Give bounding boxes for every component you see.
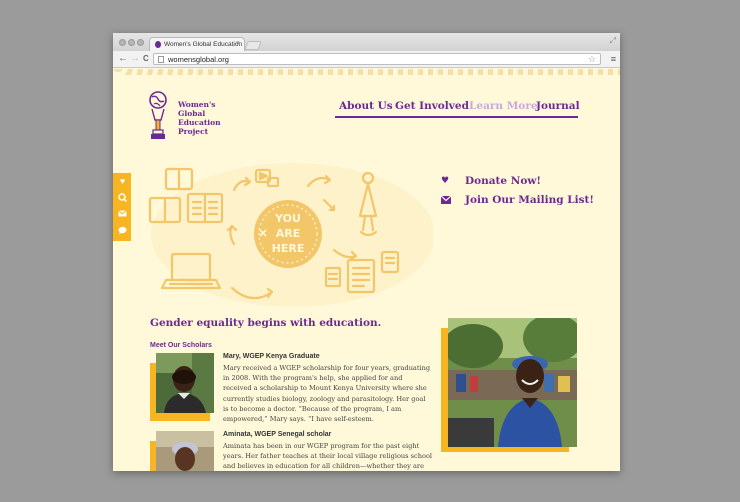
scholar-bio: Mary received a WGEP scholarship for fou… — [223, 364, 431, 424]
smiling-student-photo — [448, 318, 577, 447]
address-bar[interactable]: womensglobal.org ☆ — [153, 53, 601, 65]
browser-window: Women's Global Education × ⤢ ← → C women… — [113, 33, 620, 471]
stamp-line-1: YOU — [274, 212, 301, 225]
nav-learn-more[interactable]: Learn More — [469, 100, 538, 112]
side-quick-tab: ♥ — [113, 173, 131, 241]
nav-get-involved[interactable]: Get Involved — [395, 100, 469, 112]
address-url: womensglobal.org — [168, 55, 229, 64]
favicon-icon — [155, 41, 161, 48]
page-tagline: Gender equality begins with education. — [150, 317, 382, 329]
logo-text: Women's Global Education Project — [178, 100, 238, 136]
bookmark-star-icon[interactable]: ☆ — [588, 54, 596, 65]
scholar-entry-aminata: Aminata, WGEP Senegal scholar Aminata ha… — [223, 431, 433, 471]
logo-line-4: Project — [178, 127, 209, 136]
minimize-window-button[interactable] — [128, 39, 135, 46]
tab-close-icon[interactable]: × — [236, 40, 240, 47]
hero-illustration: YOU ARE HERE — [148, 160, 435, 310]
scholar-name[interactable]: Aminata, WGEP Senegal scholar — [223, 431, 433, 438]
logo-line-2: Global — [178, 109, 206, 118]
scholar-photo-mary — [150, 353, 214, 421]
tab-title: Women's Global Education — [164, 41, 243, 48]
wavy-border — [113, 69, 620, 75]
trophy-globe-icon — [149, 91, 167, 139]
scholar-entry-mary: Mary, WGEP Kenya Graduate Mary received … — [223, 353, 433, 424]
logo-line-1: Women's — [178, 100, 216, 109]
close-window-button[interactable] — [119, 39, 126, 46]
nav-about-us[interactable]: About Us — [339, 100, 393, 112]
new-tab-button[interactable] — [244, 41, 262, 50]
fullscreen-icon[interactable]: ⤢ — [610, 36, 616, 46]
scholar-bio: Aminata has been in our WGEP program for… — [223, 442, 433, 471]
back-button[interactable]: ← — [118, 53, 128, 64]
mary-portrait — [156, 353, 214, 413]
logo-line-3: Education — [178, 118, 221, 127]
scholar-name[interactable]: Mary, WGEP Kenya Graduate — [223, 353, 433, 360]
heart-icon[interactable]: ♥ — [118, 177, 127, 186]
join-mailing-list-link[interactable]: Join Our Mailing List! — [440, 194, 594, 208]
aminata-portrait — [156, 431, 214, 471]
stamp-line-3: HERE — [272, 242, 305, 255]
mailing-envelope-icon — [440, 195, 452, 207]
main-nav: About Us Get Involved Learn More Journal — [335, 98, 580, 118]
search-icon[interactable] — [118, 193, 128, 203]
browser-menu-button[interactable]: ≡ — [611, 54, 616, 64]
reload-button[interactable]: C — [143, 54, 149, 63]
you-are-here-illustration: YOU ARE HERE — [148, 163, 435, 307]
meet-scholars-heading[interactable]: Meet Our Scholars — [150, 342, 212, 349]
stamp-line-2: ARE — [276, 227, 301, 240]
mail-icon[interactable] — [118, 210, 127, 219]
browser-tab[interactable]: Women's Global Education × — [149, 37, 245, 51]
featured-photo — [441, 318, 577, 454]
nav-journal[interactable]: Journal — [536, 100, 580, 112]
browser-toolbar: ← → C womensglobal.org ☆ ≡ — [113, 51, 620, 68]
donate-now-link[interactable]: ♥ Donate Now! — [441, 175, 591, 189]
forward-button[interactable]: → — [130, 53, 140, 64]
title-bar: Women's Global Education × ⤢ — [113, 33, 620, 51]
zoom-window-button[interactable] — [137, 39, 144, 46]
donate-now-label: Donate Now! — [465, 175, 541, 187]
chat-icon[interactable] — [118, 226, 127, 235]
scholar-photo-aminata — [150, 431, 214, 471]
join-mailing-list-label: Join Our Mailing List! — [465, 194, 594, 206]
donate-heart-icon: ♥ — [441, 176, 450, 186]
page-icon — [158, 56, 164, 63]
